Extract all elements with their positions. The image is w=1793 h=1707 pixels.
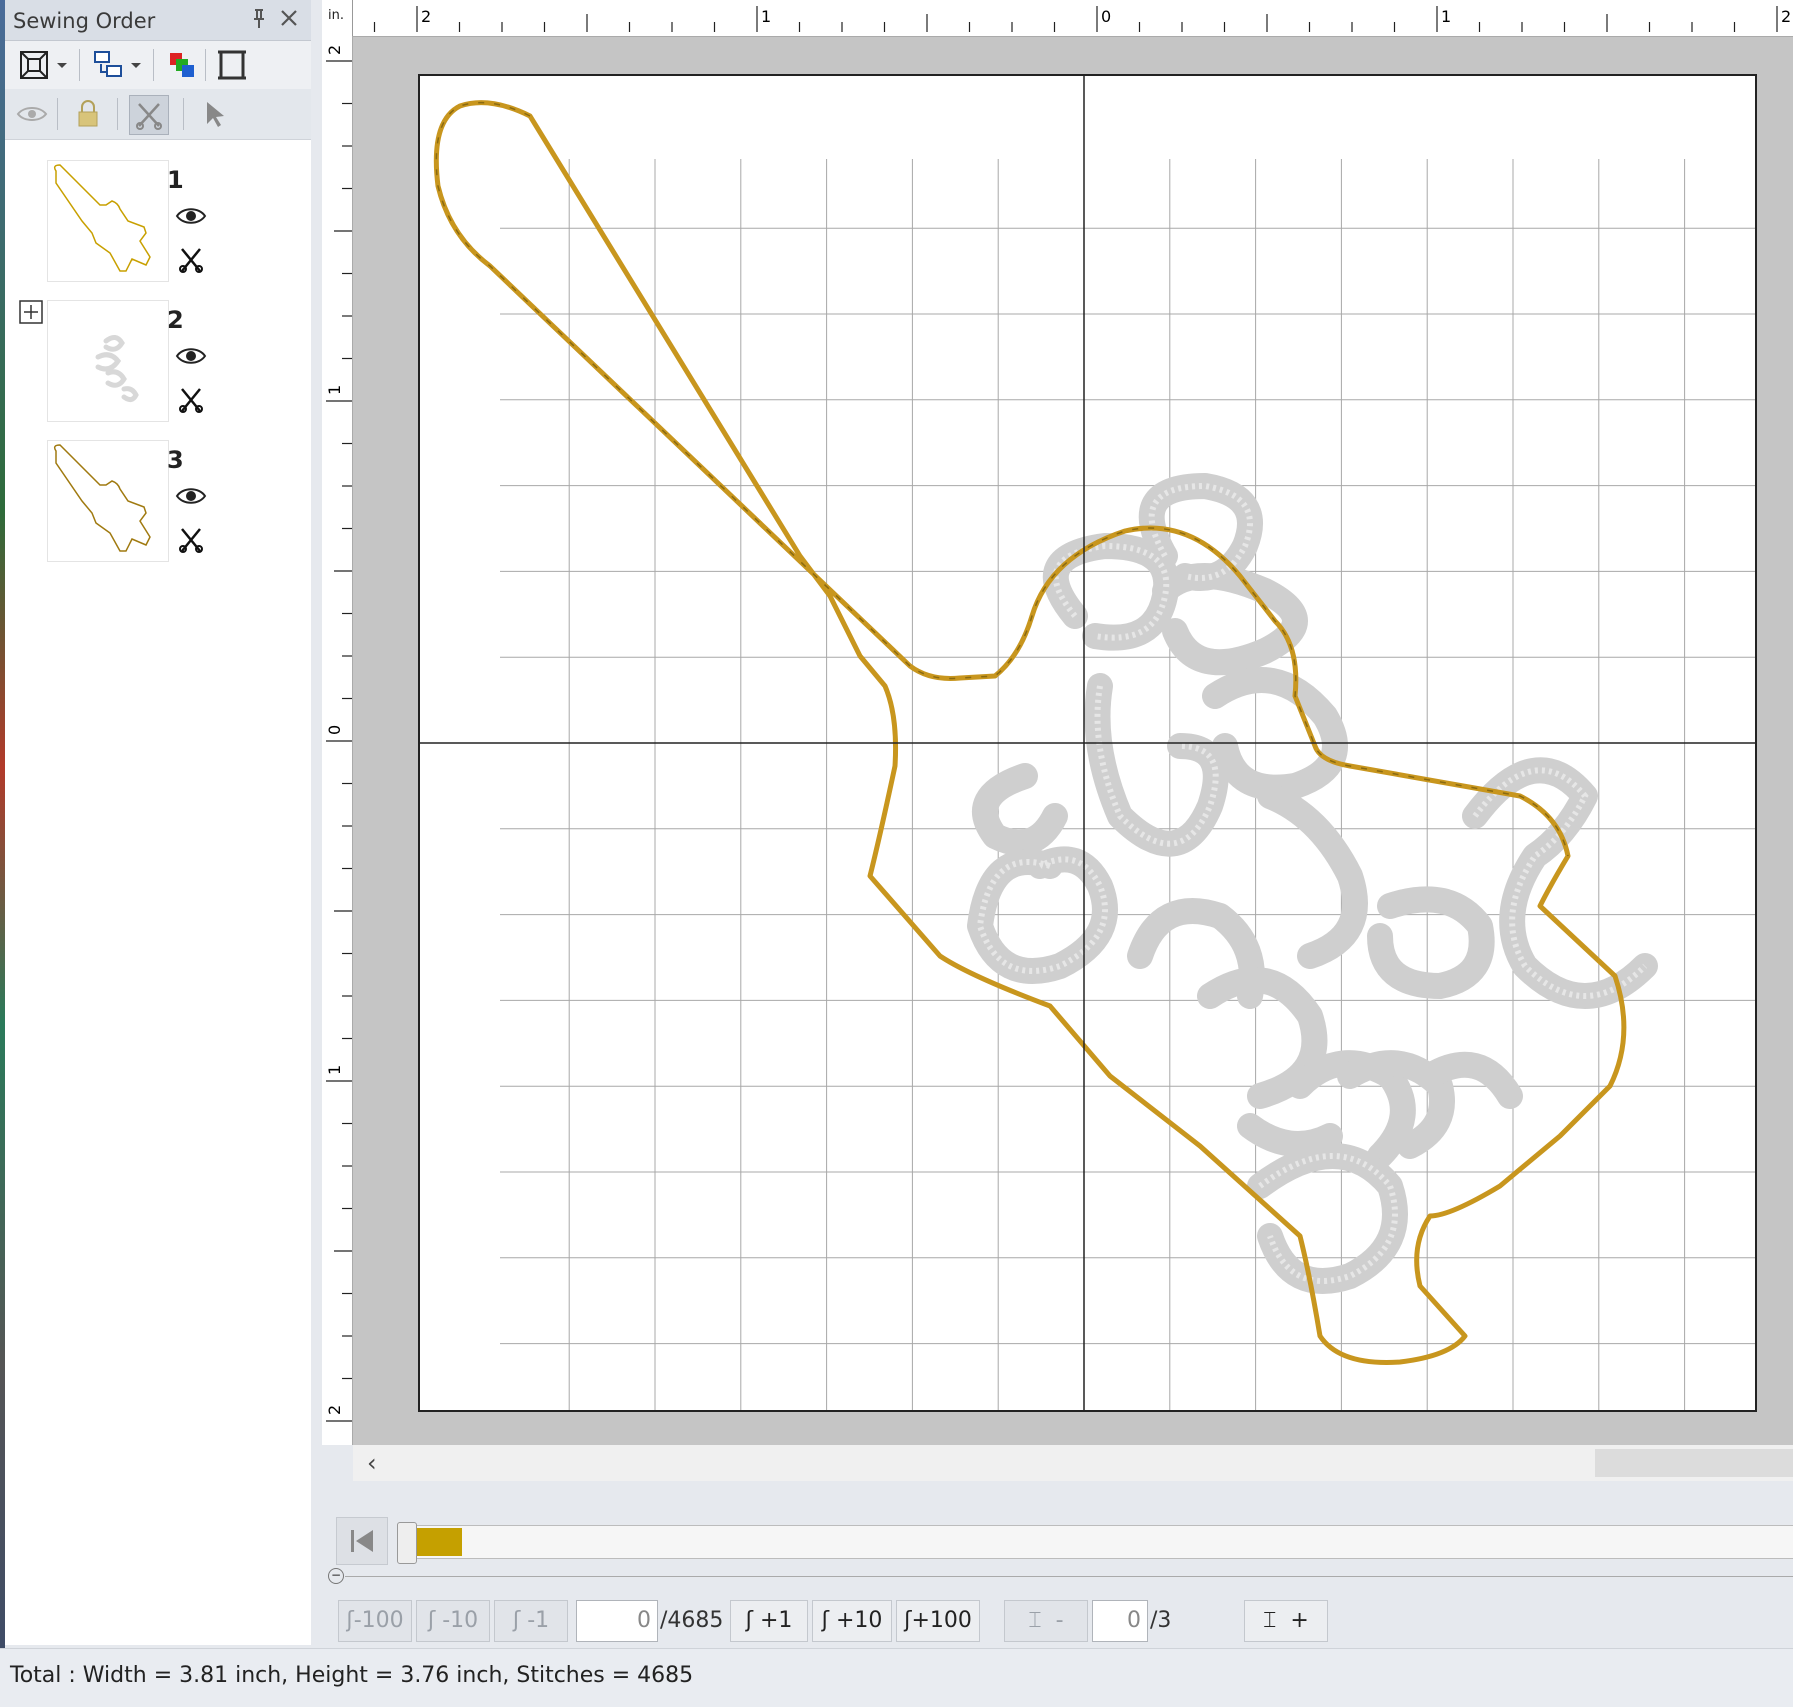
button-label: +1 (759, 1608, 793, 1633)
guitar-outline (433, 100, 1627, 1365)
color-sort-icon[interactable] (163, 46, 201, 84)
button-label: +100 (911, 1608, 972, 1633)
horizontal-scrollbar[interactable]: ‹ (353, 1445, 1793, 1481)
button-label: + (1290, 1608, 1309, 1633)
button-label: +10 (835, 1608, 883, 1633)
panel-toolbar-bottom (5, 89, 311, 140)
panel-title: Sewing Order (13, 9, 156, 33)
color-number-input[interactable]: 0 (1092, 1600, 1148, 1642)
needle-icon: ʃ (745, 1608, 760, 1633)
toolbar-separator (117, 98, 118, 130)
eye-icon[interactable] (175, 344, 207, 368)
layer-thumbnail (47, 160, 169, 282)
stitch-number-input[interactable]: 0 (576, 1600, 658, 1642)
fit-view-dropdown-icon[interactable] (55, 46, 69, 84)
spool-icon: ⌶ (1028, 1608, 1042, 1633)
stitch-controls: ʃ-100 ʃ -10 ʃ -1 0 /4685 ʃ +1 ʃ +10 ʃ+10… (322, 1596, 1793, 1646)
toolbar-separator (57, 98, 58, 130)
expand-icon[interactable] (19, 300, 43, 324)
ruler-label: 1 (325, 385, 344, 395)
sewing-order-panel: Sewing Order 1 2 3 (5, 0, 311, 1645)
layer-thumbnail (47, 440, 169, 562)
ruler-label: 0 (325, 725, 344, 735)
needle-icon: ʃ (346, 1608, 354, 1633)
toolbar-separator (183, 98, 184, 130)
toolbar-separator (153, 49, 154, 81)
ruler-label: 2 (421, 7, 431, 26)
ruler-label: 1 (325, 1065, 344, 1075)
previous-color-button[interactable]: ⌶ - (1004, 1600, 1088, 1642)
layer-item-3[interactable]: 3 (5, 440, 311, 580)
plus-100-stitches-button[interactable]: ʃ+100 (896, 1600, 980, 1642)
layer-number: 1 (167, 166, 184, 194)
plus-1-stitch-button[interactable]: ʃ +1 (730, 1600, 808, 1642)
layer-number: 3 (167, 446, 184, 474)
sort-order-icon[interactable] (89, 46, 127, 84)
eye-icon[interactable] (175, 204, 207, 228)
layer-number: 2 (167, 306, 184, 334)
stitch-total: /4685 (660, 1608, 724, 1633)
sort-order-dropdown-icon[interactable] (129, 46, 143, 84)
needle-icon: ʃ (427, 1608, 443, 1633)
ruler-label: 1 (1441, 7, 1451, 26)
divider (345, 1576, 1793, 1577)
ruler-horizontal: 2 1 0 1 2 (322, 0, 1793, 37)
next-color-button[interactable]: ⌶ + (1244, 1600, 1328, 1642)
minus-1-stitch-button[interactable]: ʃ -1 (494, 1600, 568, 1642)
status-bar: Total : Width = 3.81 inch, Height = 3.76… (0, 1648, 1793, 1707)
minus-100-stitches-button[interactable]: ʃ-100 (338, 1600, 412, 1642)
minus-10-stitches-button[interactable]: ʃ -10 (416, 1600, 490, 1642)
ruler-label: 2 (325, 1405, 344, 1415)
layer-item-1[interactable]: 1 (5, 160, 311, 300)
panel-header: Sewing Order (5, 0, 311, 41)
stitch-simulator (322, 1481, 1793, 1565)
scissors-icon[interactable] (177, 526, 205, 554)
lock-icon[interactable] (69, 95, 107, 133)
eye-icon[interactable] (175, 484, 207, 508)
pin-icon[interactable] (247, 8, 271, 32)
fit-view-icon[interactable] (15, 46, 53, 84)
stitch-progress-knob[interactable] (397, 1522, 417, 1564)
color-total: /3 (1150, 1608, 1172, 1633)
scroll-left-icon[interactable]: ‹ (367, 1449, 377, 1477)
status-text: Total : Width = 3.81 inch, Height = 3.76… (10, 1663, 694, 1688)
ruler-unit: in. (322, 0, 353, 36)
ruler-unit-label: in. (328, 8, 344, 23)
toolbar-separator (205, 49, 206, 81)
ruler-label: 2 (325, 45, 344, 55)
button-label: - (1055, 1608, 1064, 1633)
collapse-icon[interactable]: − (328, 1568, 344, 1584)
frame-icon[interactable] (213, 46, 251, 84)
stitch-progress-bar[interactable] (397, 1522, 1793, 1564)
toolbar-separator (79, 49, 80, 81)
trim-icon[interactable] (129, 95, 169, 135)
spool-icon: ⌶ (1263, 1608, 1277, 1633)
panel-toolbar-top (5, 41, 311, 89)
ruler-vertical: 2 1 0 1 2 (322, 36, 353, 1445)
scrollbar-thumb[interactable] (1595, 1449, 1793, 1477)
ruler-label: 0 (1101, 7, 1111, 26)
layer-thumbnail (47, 300, 169, 422)
scissors-icon[interactable] (177, 386, 205, 414)
close-icon[interactable] (277, 8, 301, 32)
visibility-icon[interactable] (13, 95, 51, 133)
button-label: -1 (527, 1608, 550, 1633)
select-arrow-icon[interactable] (195, 95, 233, 133)
go-to-start-button[interactable] (336, 1517, 388, 1565)
needle-icon: ʃ (821, 1608, 836, 1633)
button-label: -10 (442, 1608, 479, 1633)
layer-item-2[interactable]: 2 (5, 300, 311, 440)
scissors-icon[interactable] (177, 246, 205, 274)
needle-icon: ʃ (512, 1608, 528, 1633)
plus-10-stitches-button[interactable]: ʃ +10 (812, 1600, 892, 1642)
button-label: -100 (353, 1608, 404, 1633)
ruler-label: 1 (761, 7, 771, 26)
embroidery-hoop[interactable] (418, 74, 1757, 1412)
ruler-label: 2 (1781, 7, 1791, 26)
